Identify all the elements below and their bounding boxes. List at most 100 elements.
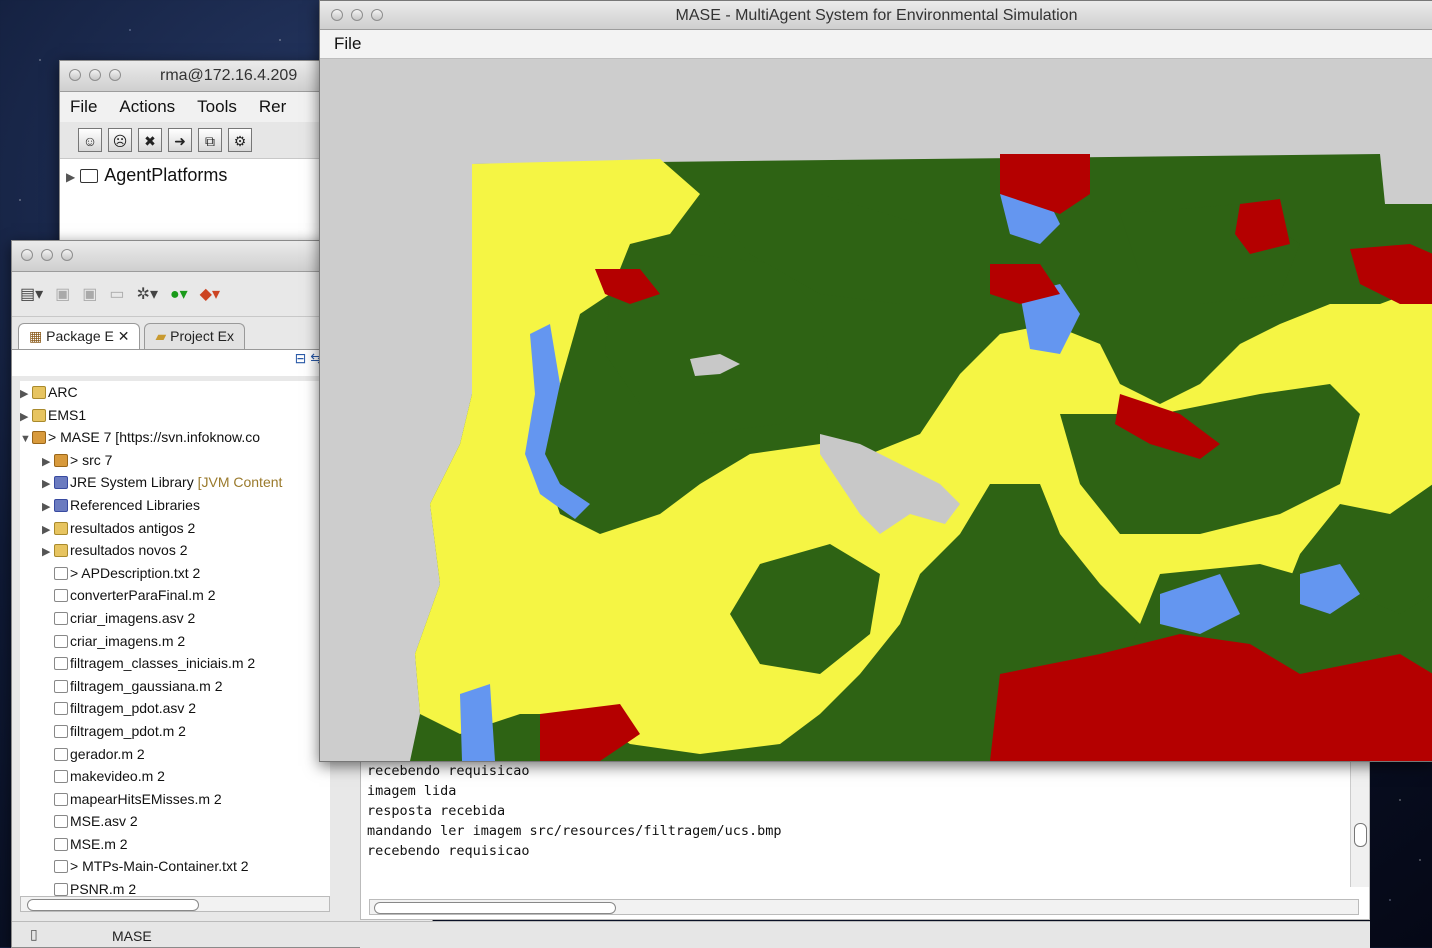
close-icon[interactable] xyxy=(69,69,81,81)
tree-node[interactable]: makevideo.m 2 xyxy=(20,765,330,788)
tree-horizontal-scrollbar[interactable] xyxy=(20,896,330,912)
external-tools-icon[interactable]: ◆▾ xyxy=(200,284,220,304)
tree-node[interactable]: ▶ resultados antigos 2 xyxy=(20,517,330,540)
source-folder-icon xyxy=(54,453,68,467)
tree-node-label: criar_imagens.asv 2 xyxy=(70,609,196,626)
package-explorer-icon: ▦ xyxy=(29,328,43,344)
tree-node-label: MSE.asv 2 xyxy=(70,813,138,830)
run-icon[interactable]: ●▾ xyxy=(170,284,188,304)
expand-arrow-icon[interactable]: ▶ xyxy=(20,406,32,429)
mase-title: MASE - MultiAgent System for Environment… xyxy=(675,7,1078,24)
zoom-icon[interactable] xyxy=(61,249,73,261)
folder-icon xyxy=(54,521,68,535)
expand-arrow-icon[interactable]: ▶ xyxy=(42,541,54,564)
file-icon xyxy=(54,770,68,784)
expand-arrow-icon[interactable]: ▼ xyxy=(20,428,32,451)
debug-icon[interactable]: ✲▾ xyxy=(137,284,158,304)
tree-node[interactable]: MSE.asv 2 xyxy=(20,810,330,833)
sniffer-icon[interactable]: ⧉ xyxy=(198,128,222,152)
tree-node[interactable]: mapearHitsEMisses.m 2 xyxy=(20,788,330,811)
file-icon xyxy=(54,747,68,761)
tree-node[interactable]: criar_imagens.m 2 xyxy=(20,630,330,653)
close-icon[interactable] xyxy=(21,249,33,261)
console-line: imagem lida xyxy=(367,783,457,799)
rma-menu-remote[interactable]: Rer xyxy=(259,97,286,117)
close-tab-icon[interactable]: ✕ xyxy=(118,328,130,344)
expand-arrow-icon[interactable]: ▶ xyxy=(20,383,32,406)
tree-node[interactable]: filtragem_pdot.asv 2 xyxy=(20,697,330,720)
minimize-icon[interactable] xyxy=(41,249,53,261)
library-icon xyxy=(54,476,68,490)
project-node[interactable]: ▼ > MASE 7 [https://svn.infoknow.co xyxy=(20,426,330,449)
expand-arrow-icon[interactable]: ▶ xyxy=(42,473,54,496)
land-use-map xyxy=(410,154,1432,761)
tree-node[interactable]: ▶ JRE System Library [JVM Content xyxy=(20,471,330,494)
mase-window: MASE - MultiAgent System for Environment… xyxy=(319,0,1432,762)
console-horizontal-scrollbar[interactable] xyxy=(369,899,1359,915)
mase-menubar: File xyxy=(320,30,1432,59)
tree-node-label: Referenced Libraries xyxy=(70,496,200,513)
tree-node[interactable]: ▶ > src 7 xyxy=(20,449,330,472)
tree-node-label: MSE.m 2 xyxy=(70,835,128,852)
console-line: resposta recebida xyxy=(367,803,506,819)
tree-node[interactable]: MSE.m 2 xyxy=(20,833,330,856)
start-agent-icon[interactable]: ☺ xyxy=(78,128,102,152)
tree-node[interactable]: criar_imagens.asv 2 xyxy=(20,607,330,630)
tab-package-explorer[interactable]: ▦ Package E ✕ xyxy=(18,323,141,349)
introspector-icon[interactable]: ⚙ xyxy=(228,128,252,152)
tree-node[interactable]: filtragem_gaussiana.m 2 xyxy=(20,675,330,698)
save-all-icon[interactable]: ▣ xyxy=(82,284,97,304)
scroll-thumb[interactable] xyxy=(1354,823,1367,847)
collapse-all-icon[interactable]: ⊟ xyxy=(295,350,307,366)
tree-node[interactable]: gerador.m 2 xyxy=(20,743,330,766)
package-explorer-tree: ▶ ARC ▶ EMS1 ▼ > MASE 7 [https://svn.infoknow… xyxy=(20,381,330,896)
zoom-icon[interactable] xyxy=(109,69,121,81)
tab-package-explorer-label: Package E xyxy=(46,328,114,344)
print-icon[interactable]: ▭ xyxy=(109,284,124,304)
expand-arrow-icon[interactable]: ▶ xyxy=(42,519,54,542)
kill-agent-icon[interactable]: ✖ xyxy=(138,128,162,152)
tree-node-label: gerador.m 2 xyxy=(70,745,145,762)
expand-arrow-icon[interactable]: ▶ xyxy=(42,451,54,474)
tree-node-label: makevideo.m 2 xyxy=(70,768,165,785)
console-line: mandando ler imagem src/resources/filtra… xyxy=(367,823,782,839)
tree-node[interactable]: ▶ Referenced Libraries xyxy=(20,494,330,517)
expand-arrow-icon[interactable]: ▶ xyxy=(66,170,75,184)
file-icon xyxy=(54,724,68,738)
tree-node[interactable]: > MTPs-Main-Container.txt 2 xyxy=(20,855,330,878)
minimize-icon[interactable] xyxy=(89,69,101,81)
project-node[interactable]: ▶ ARC xyxy=(20,381,330,404)
rma-menu-actions[interactable]: Actions xyxy=(119,97,175,117)
file-icon xyxy=(54,679,68,693)
file-icon xyxy=(54,837,68,851)
tree-node-label: > APDescription.txt 2 xyxy=(70,564,201,581)
console-vertical-scrollbar[interactable] xyxy=(1350,761,1369,887)
file-icon xyxy=(54,702,68,716)
scroll-thumb[interactable] xyxy=(27,899,199,911)
folder-icon xyxy=(54,544,68,558)
status-bar-right xyxy=(360,921,1370,948)
tree-node[interactable]: ▶ resultados novos 2 xyxy=(20,539,330,562)
library-icon xyxy=(54,498,68,512)
mase-menu-file[interactable]: File xyxy=(334,34,361,54)
save-icon[interactable]: ▣ xyxy=(55,284,70,304)
tree-node-label: resultados novos 2 xyxy=(70,542,188,559)
rma-menu-tools[interactable]: Tools xyxy=(197,97,237,117)
new-icon[interactable]: ▤▾ xyxy=(20,284,43,304)
resume-agent-icon[interactable]: ➜ xyxy=(168,128,192,152)
tree-node[interactable]: converterParaFinal.m 2 xyxy=(20,584,330,607)
project-node[interactable]: ▶ EMS1 xyxy=(20,404,330,427)
file-icon xyxy=(54,634,68,648)
agent-icon[interactable]: ☹ xyxy=(108,128,132,152)
tree-node[interactable]: filtragem_classes_iniciais.m 2 xyxy=(20,652,330,675)
tree-node-label: mapearHitsEMisses.m 2 xyxy=(70,790,222,807)
expand-arrow-icon[interactable]: ▶ xyxy=(42,496,54,519)
tree-node[interactable]: PSNR.m 2 xyxy=(20,878,330,896)
mase-titlebar[interactable]: MASE - MultiAgent System for Environment… xyxy=(320,1,1432,30)
tab-project-explorer[interactable]: ▰ Project Ex xyxy=(144,323,245,349)
tree-node[interactable]: > APDescription.txt 2 xyxy=(20,562,330,585)
tree-node[interactable]: filtragem_pdot.m 2 xyxy=(20,720,330,743)
tree-node-label: filtragem_pdot.m 2 xyxy=(70,722,186,739)
scroll-thumb[interactable] xyxy=(374,902,616,914)
rma-menu-file[interactable]: File xyxy=(70,97,97,117)
